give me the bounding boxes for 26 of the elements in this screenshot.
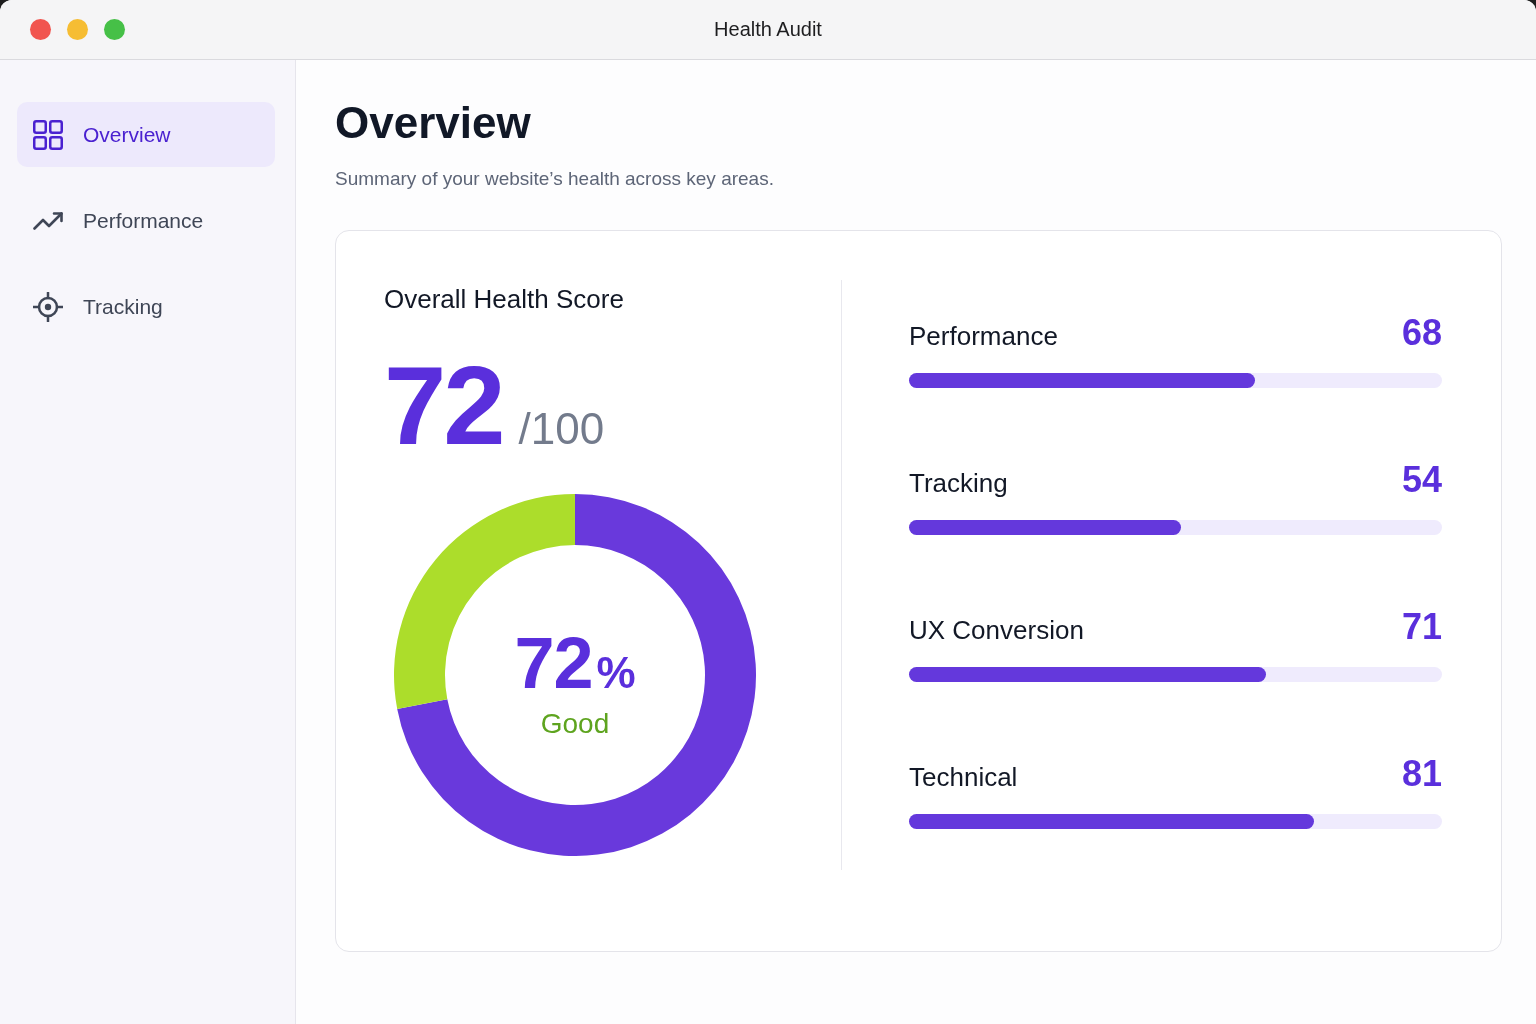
- sidebar-item[interactable]: Performance: [17, 188, 275, 253]
- metric-score: 81: [1401, 754, 1442, 794]
- score-value: 72: [384, 350, 503, 462]
- page-title: Overview: [335, 97, 532, 149]
- metric-label: UX Conversion: [909, 614, 1084, 647]
- metric-label: Tracking: [909, 467, 1008, 500]
- close-button[interactable]: [30, 19, 51, 40]
- sidebar-item[interactable]: Overview: [17, 102, 275, 167]
- minimize-button[interactable]: [67, 19, 88, 40]
- page-subtitle: Summary of your website’s health across key areas.: [335, 167, 775, 191]
- rating-label: Good: [540, 707, 610, 741]
- sidebar-item[interactable]: Tracking: [17, 274, 275, 339]
- crosshair-icon: [33, 291, 63, 322]
- metric-score: 71: [1401, 607, 1442, 647]
- metric-score: 54: [1401, 460, 1442, 500]
- trend-line-icon: [33, 211, 63, 230]
- grid-icon: [33, 119, 63, 150]
- donut-center-value: 72: [514, 627, 593, 699]
- zoom-button[interactable]: [104, 19, 125, 40]
- percent-unit: %: [596, 651, 636, 695]
- score-max: /100: [518, 407, 605, 451]
- card-title: Overall Health Score: [384, 283, 625, 315]
- metric-score: 68: [1401, 313, 1442, 353]
- metric-label: Technical: [909, 761, 1018, 794]
- window-title: Health Audit: [714, 18, 822, 41]
- metric-label: Performance: [909, 320, 1058, 353]
